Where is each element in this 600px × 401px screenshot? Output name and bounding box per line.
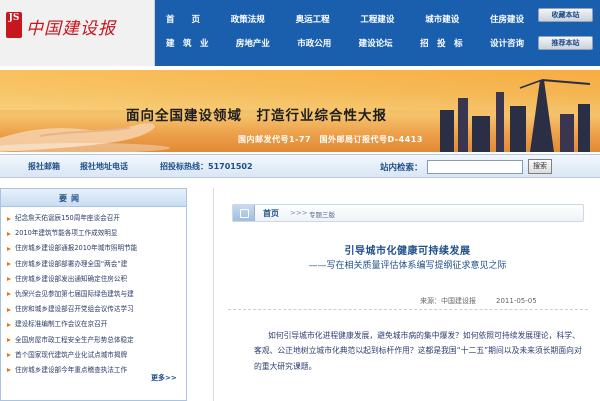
article-body: 如何引导城市化进程健康发展，避免城市病的集中爆发？如何依照可持续发展理论，科学、… bbox=[254, 331, 582, 371]
news-item-label: 住房城乡建设部今年重点稽查执法工作 bbox=[15, 365, 128, 374]
news-sidebar-header: 要闻 bbox=[1, 189, 186, 207]
banner-subline: 国内邮发代号1-77 国外邮局订报代号D-4413 bbox=[238, 135, 423, 144]
breadcrumb-separator: >>> bbox=[290, 208, 308, 217]
nav-item-construction-industry[interactable]: 建 筑 业 bbox=[166, 37, 209, 49]
info-bar: 报社邮箱 报社地址电话 招投标热线：51701502 站内检索： 搜索 bbox=[0, 154, 600, 178]
bullet-icon bbox=[7, 262, 11, 267]
news-item[interactable]: 住房城乡建设部发出通知确定住房公积 bbox=[7, 272, 186, 287]
bullet-icon bbox=[7, 292, 11, 297]
breadcrumb-home-link[interactable]: 首页 bbox=[263, 208, 279, 219]
article-date: 2011-05-05 bbox=[496, 297, 537, 305]
article-source: 来源：中国建设报 bbox=[420, 297, 476, 305]
news-item[interactable]: 住房城乡建设部部署办理全国“两会”建 bbox=[7, 257, 186, 272]
news-item-label: 住房城乡建设部发出通知确定住房公积 bbox=[15, 274, 128, 283]
news-item-label: 住房城乡建设部通报2010年城市照明节能 bbox=[15, 244, 138, 253]
news-item[interactable]: 2010年建筑节能各项工作成效明显 bbox=[7, 226, 186, 241]
article-panel: 首页 >>> 专题三版 引导城市化健康可持续发展 ——写在相关质量评估体系编写提… bbox=[213, 188, 600, 401]
news-item-label: 2010年建筑节能各项工作成效明显 bbox=[15, 229, 118, 238]
news-item[interactable]: 住房和城乡建设部召开党组会议传达学习 bbox=[7, 302, 186, 317]
divider bbox=[228, 309, 588, 310]
news-item-label: 仇保兴会见参加第七届国际绿色建筑与建 bbox=[15, 289, 134, 298]
site-logo[interactable]: JS 中国建设报 bbox=[0, 0, 155, 66]
more-news-link[interactable]: 更多>> bbox=[151, 373, 177, 383]
bullet-icon bbox=[7, 231, 11, 236]
news-item[interactable]: 首个国家现代建筑产业化试点城市揭牌 bbox=[7, 348, 186, 363]
bullet-icon bbox=[7, 307, 11, 312]
news-item-label: 全国房屋市政工程安全生产形势总体稳定 bbox=[15, 335, 134, 344]
news-item[interactable]: 仇保兴会见参加第七届国际绿色建筑与建 bbox=[7, 287, 186, 302]
nav-item-housing[interactable]: 住房建设 bbox=[490, 13, 524, 25]
nav-item-design-consulting[interactable]: 设计咨询 bbox=[490, 37, 524, 49]
page-icon bbox=[233, 205, 255, 221]
news-item-label: 纪念詹天佑诞辰150周年座谈会召开 bbox=[15, 214, 120, 222]
bullet-icon bbox=[7, 277, 11, 282]
news-item-label: 首个国家现代建筑产业化试点城市揭牌 bbox=[15, 350, 128, 359]
bookmark-button[interactable]: 收藏本站 bbox=[538, 8, 593, 22]
search-label: 站内检索： bbox=[380, 163, 423, 173]
news-item[interactable]: 住房城乡建设部通报2010年城市照明节能 bbox=[7, 241, 186, 256]
nav-item-home[interactable]: 首 页 bbox=[166, 13, 200, 25]
address-phone-link[interactable]: 报社地址电话 bbox=[80, 161, 128, 172]
bidding-hotline: 招投标热线：51701502 bbox=[160, 162, 253, 171]
logo-text: 中国建设报 bbox=[26, 19, 116, 39]
search-button[interactable]: 搜索 bbox=[528, 159, 552, 174]
logo-mark: JS bbox=[6, 12, 22, 38]
news-item-label: 住房城乡建设部部署办理全国“两会”建 bbox=[15, 259, 128, 268]
main-nav: 首 页 政策法规 奥运工程 工程建设 城市建设 住房建设 建 筑 业 房地产业 … bbox=[160, 6, 530, 62]
bullet-icon bbox=[7, 338, 11, 342]
breadcrumb-section-link[interactable]: 专题三版 bbox=[309, 209, 335, 219]
news-sidebar-title: 要闻 bbox=[59, 194, 83, 203]
banner-headline: 面向全国建设领域 打造行业综合性大报 bbox=[126, 108, 387, 124]
nav-item-forum[interactable]: 建设论坛 bbox=[359, 37, 393, 49]
breadcrumb: 首页 >>> 专题三版 bbox=[232, 204, 584, 222]
nav-item-real-estate[interactable]: 房地产业 bbox=[236, 37, 270, 49]
bullet-icon bbox=[7, 246, 11, 251]
recommend-button[interactable]: 推荐本站 bbox=[538, 36, 593, 50]
news-item[interactable]: 全国房屋市政工程安全生产形势总体稳定 bbox=[7, 333, 186, 348]
news-sidebar: 要闻 纪念詹天佑诞辰150周年座谈会召开 2010年建筑节能各项工作成效明显 住… bbox=[0, 188, 187, 401]
search-input[interactable] bbox=[427, 160, 523, 174]
nav-item-municipal[interactable]: 市政公用 bbox=[297, 37, 331, 49]
bullet-icon bbox=[7, 353, 11, 358]
article-meta: 来源：中国建设报 2011-05-05 bbox=[420, 296, 537, 306]
nav-item-bidding[interactable]: 招 投 标 bbox=[420, 37, 463, 49]
article-subtitle: ——写在相关质量评估体系编写提纲征求意见之际 bbox=[308, 261, 507, 271]
utility-buttons: 收藏本站 推荐本站 bbox=[538, 8, 596, 64]
nav-row-secondary: 建 筑 业 房地产业 市政公用 建设论坛 招 投 标 设计咨询 bbox=[160, 32, 530, 54]
site-header: JS 中国建设报 首 页 政策法规 奥运工程 工程建设 城市建设 住房建设 建 … bbox=[0, 0, 600, 66]
news-list: 纪念詹天佑诞辰150周年座谈会召开 2010年建筑节能各项工作成效明显 住房城乡… bbox=[1, 207, 186, 378]
bullet-icon bbox=[7, 216, 11, 221]
email-link[interactable]: 报社邮箱 bbox=[28, 161, 60, 172]
nav-row-primary: 首 页 政策法规 奥运工程 工程建设 城市建设 住房建设 bbox=[160, 8, 530, 30]
nav-item-urban-construction[interactable]: 城市建设 bbox=[425, 13, 459, 25]
bullet-icon bbox=[7, 368, 11, 373]
news-item-label: 建设标准编制工作会议在京召开 bbox=[15, 320, 108, 329]
news-item[interactable]: 建设标准编制工作会议在京召开 bbox=[7, 317, 186, 332]
nav-item-olympic-projects[interactable]: 奥运工程 bbox=[296, 13, 330, 25]
nav-item-policy[interactable]: 政策法规 bbox=[231, 13, 265, 25]
bullet-icon bbox=[7, 322, 11, 327]
article-title: 引导城市化健康可持续发展 bbox=[344, 246, 471, 257]
nav-item-engineering[interactable]: 工程建设 bbox=[360, 13, 394, 25]
city-skyline-illustration bbox=[440, 79, 591, 152]
news-item[interactable]: 纪念詹天佑诞辰150周年座谈会召开 bbox=[7, 211, 186, 226]
news-item-label: 住房和城乡建设部召开党组会议传达学习 bbox=[15, 305, 134, 314]
